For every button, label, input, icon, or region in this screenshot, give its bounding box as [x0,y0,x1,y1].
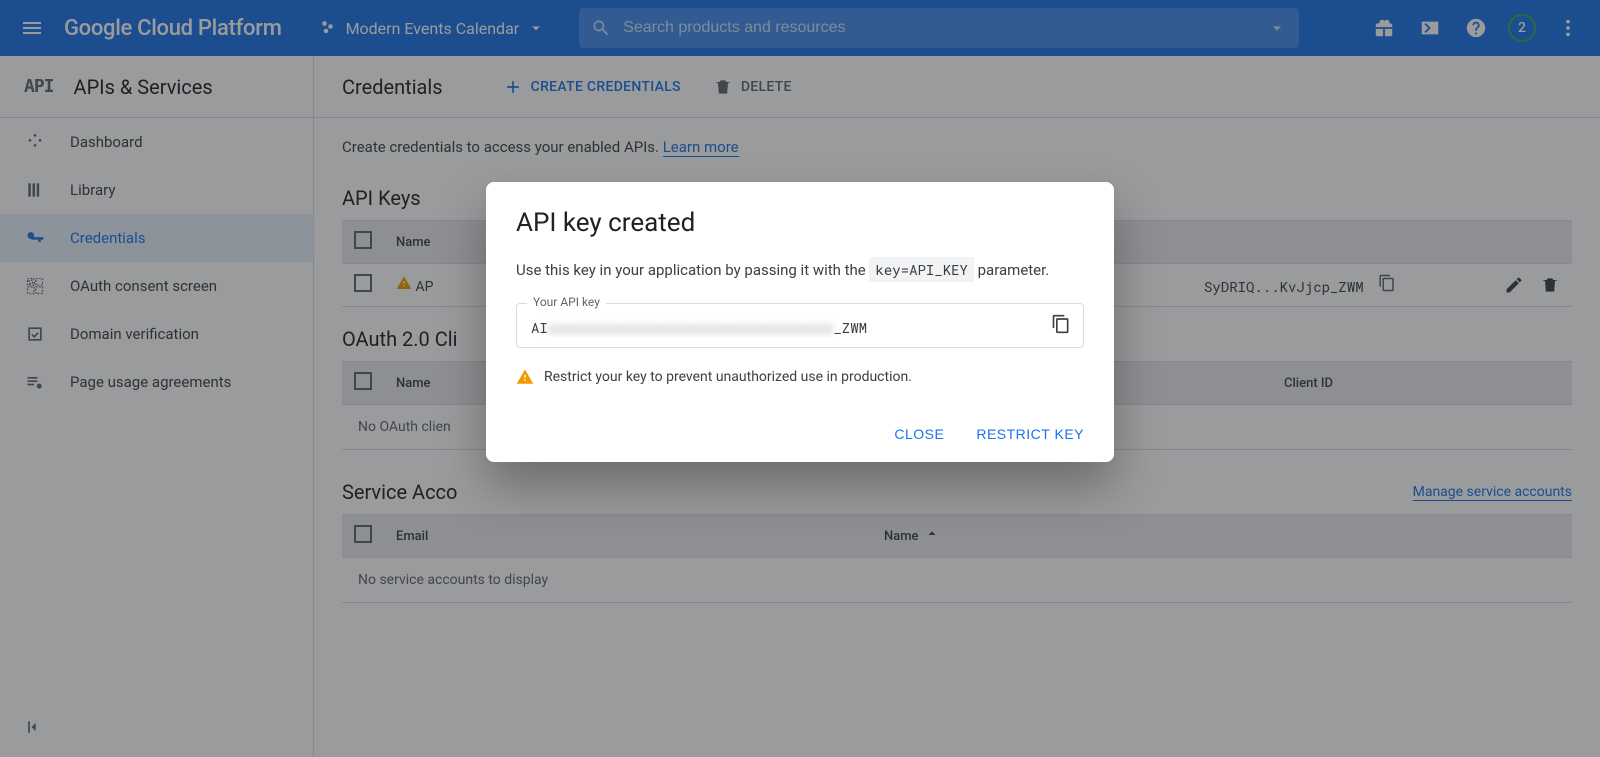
api-key-field: Your API key AIxxxxxxxxxxxxxxxxxxxxxxxxx… [516,303,1084,348]
api-key-created-modal: API key created Use this key in your app… [486,182,1114,462]
modal-title: API key created [516,208,1084,238]
warning-icon [516,368,534,386]
close-button[interactable]: Close [894,426,944,442]
restrict-warning: Restrict your key to prevent unauthorize… [516,368,1084,386]
field-label: Your API key [527,295,606,309]
restrict-key-button[interactable]: Restrict Key [976,426,1084,442]
modal-description: Use this key in your application by pass… [516,260,1084,279]
api-key-value[interactable]: AIxxxxxxxxxxxxxxxxxxxxxxxxxxxxxxxxxx_ZWM [531,318,1035,337]
modal-scrim[interactable]: API key created Use this key in your app… [0,0,1600,757]
copy-icon[interactable] [1051,314,1071,338]
